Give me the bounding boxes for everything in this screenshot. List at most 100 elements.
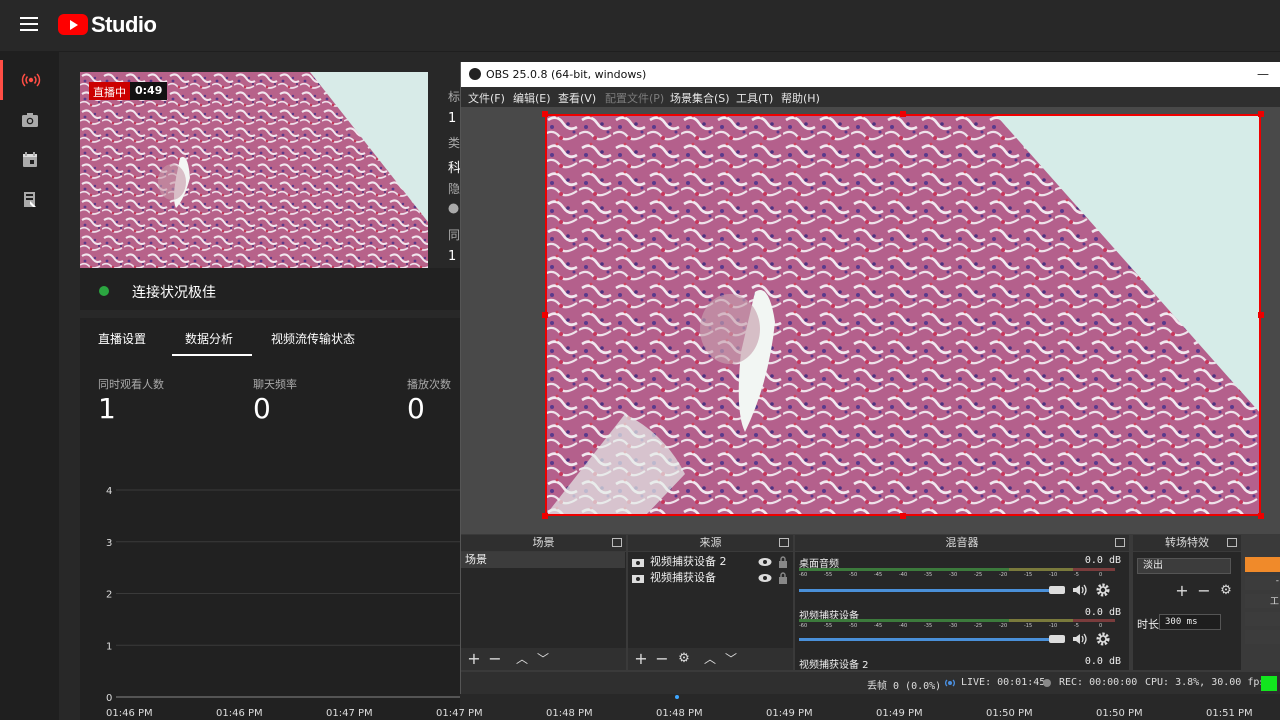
meter-tick-label: -40 — [899, 572, 908, 578]
sources-toolbar: + − ⚙ ︿ ﹀ — [628, 648, 793, 670]
menu-icon[interactable] — [20, 17, 38, 31]
dock-header-sources: 来源 — [628, 535, 793, 551]
source-label: 视频捕获设备 2 — [650, 555, 727, 568]
add-icon[interactable]: + — [632, 650, 650, 668]
menu-file[interactable]: 文件(F) — [468, 90, 505, 106]
source-label: 视频捕获设备 — [650, 571, 716, 584]
cpu-usage: CPU: 3.8%, 30.00 fps — [1145, 677, 1266, 688]
live-time: 0:49 — [130, 82, 168, 100]
meter-tick-label: -35 — [924, 623, 933, 629]
sidebar-item-schedule[interactable] — [0, 140, 59, 180]
control-button[interactable] — [1245, 612, 1280, 626]
meter-tick-label: -10 — [1049, 572, 1058, 578]
tab-stream-health[interactable]: 视频流传输状态 — [271, 330, 355, 347]
volume-slider[interactable] — [799, 638, 1055, 641]
live-badge: 直播中 0:49 — [89, 82, 168, 100]
volume-slider[interactable] — [799, 589, 1055, 592]
youtube-logo[interactable] — [58, 14, 88, 35]
obs-logo-icon — [469, 68, 481, 80]
lock-icon[interactable] — [778, 572, 788, 584]
control-button[interactable]: - — [1245, 576, 1280, 590]
camera-icon — [632, 575, 644, 583]
speaker-icon[interactable] — [1071, 631, 1087, 647]
start-streaming-button[interactable] — [1245, 557, 1280, 572]
move-up-icon[interactable]: ︿ — [701, 650, 719, 668]
float-icon[interactable] — [779, 538, 789, 547]
float-icon[interactable] — [612, 538, 622, 547]
transition-select[interactable]: 淡出 — [1137, 558, 1231, 574]
meter-tick-label: 0 — [1099, 623, 1103, 629]
remove-icon[interactable]: − — [653, 650, 671, 668]
sidebar-item-live[interactable] — [0, 60, 59, 100]
move-down-icon[interactable]: ﹀ — [722, 650, 740, 668]
dock-header-mixer: 混音器 — [795, 535, 1129, 551]
float-icon[interactable] — [1227, 538, 1237, 547]
tab-analytics[interactable]: 数据分析 — [185, 330, 233, 347]
stat-label-views: 播放次数 — [407, 378, 451, 391]
control-button[interactable] — [1245, 630, 1280, 644]
menu-tools[interactable]: 工具(T) — [736, 90, 773, 106]
resize-handle[interactable] — [542, 513, 548, 519]
meter-tick-label: -55 — [824, 572, 833, 578]
y-tick-label: 1 — [106, 641, 112, 652]
resize-handle[interactable] — [900, 111, 906, 117]
sidebar-item-manage[interactable] — [0, 180, 59, 220]
meter-tick-label: -5 — [1074, 572, 1079, 578]
x-tick-label: 01:48 PM — [546, 708, 593, 719]
meter-tick-label: -25 — [974, 572, 983, 578]
resize-handle[interactable] — [542, 111, 548, 117]
resize-handle[interactable] — [1258, 312, 1264, 318]
speaker-icon[interactable] — [1071, 582, 1087, 598]
sources-list: 视频捕获设备 2 视频捕获设备 — [628, 552, 793, 648]
move-down-icon[interactable]: ﹀ — [534, 650, 552, 668]
scene-item[interactable]: 场景 — [461, 552, 625, 568]
source-item[interactable]: 视频捕获设备 2 — [628, 554, 792, 570]
float-icon[interactable] — [1115, 538, 1125, 547]
control-button[interactable]: 工 — [1245, 594, 1280, 608]
eye-icon[interactable] — [758, 556, 772, 568]
resize-handle[interactable] — [542, 312, 548, 318]
tissue-image — [80, 72, 428, 268]
obs-window: OBS 25.0.8 (64-bit, windows) — 文件(F) 编辑(… — [460, 62, 1280, 694]
dock-title: 混音器 — [945, 536, 979, 549]
remove-icon[interactable]: − — [1195, 582, 1213, 600]
resize-handle[interactable] — [900, 513, 906, 519]
x-tick-label: 01:46 PM — [216, 708, 263, 719]
menu-edit[interactable]: 编辑(E) — [513, 90, 551, 106]
obs-preview-canvas[interactable] — [461, 107, 1280, 534]
x-tick-label: 01:49 PM — [876, 708, 923, 719]
duration-input[interactable]: 300 ms — [1159, 614, 1221, 630]
stream-preview[interactable] — [80, 72, 428, 268]
volume-meter — [799, 568, 1115, 571]
remove-icon[interactable]: − — [486, 650, 504, 668]
eye-icon[interactable] — [758, 572, 772, 584]
slider-knob[interactable] — [1049, 635, 1065, 643]
add-icon[interactable]: + — [465, 650, 483, 668]
resize-handle[interactable] — [1258, 513, 1264, 519]
gear-icon[interactable]: ⚙ — [1217, 582, 1235, 600]
gear-icon[interactable] — [1095, 631, 1111, 647]
y-tick-label: 3 — [106, 538, 112, 549]
sidebar-item-camera[interactable] — [0, 100, 59, 140]
studio-brand[interactable]: Studio — [91, 12, 157, 38]
tab-stream-settings[interactable]: 直播设置 — [98, 330, 146, 347]
active-tab-indicator — [172, 354, 252, 356]
stat-value-views: 0 — [407, 392, 425, 425]
menu-scene-collection[interactable]: 场景集合(S) — [670, 90, 730, 106]
resize-handle[interactable] — [1258, 111, 1264, 117]
source-item[interactable]: 视频捕获设备 — [628, 570, 792, 586]
add-icon[interactable]: + — [1173, 582, 1191, 600]
lock-icon[interactable] — [778, 556, 788, 568]
x-tick-label: 01:49 PM — [766, 708, 813, 719]
move-up-icon[interactable]: ︿ — [513, 650, 531, 668]
menu-help[interactable]: 帮助(H) — [781, 90, 820, 106]
gear-icon[interactable]: ⚙ — [675, 650, 693, 668]
menu-profile[interactable]: 配置文件(P) — [605, 90, 664, 106]
menu-view[interactable]: 查看(V) — [558, 90, 596, 106]
slider-knob[interactable] — [1049, 586, 1065, 594]
meter-tick-label: -5 — [1074, 623, 1079, 629]
obs-scene-source[interactable] — [545, 114, 1261, 516]
minimize-icon[interactable]: — — [1257, 67, 1269, 81]
gear-icon[interactable] — [1095, 582, 1111, 598]
dock-header-transitions: 转场特效 — [1133, 535, 1241, 551]
